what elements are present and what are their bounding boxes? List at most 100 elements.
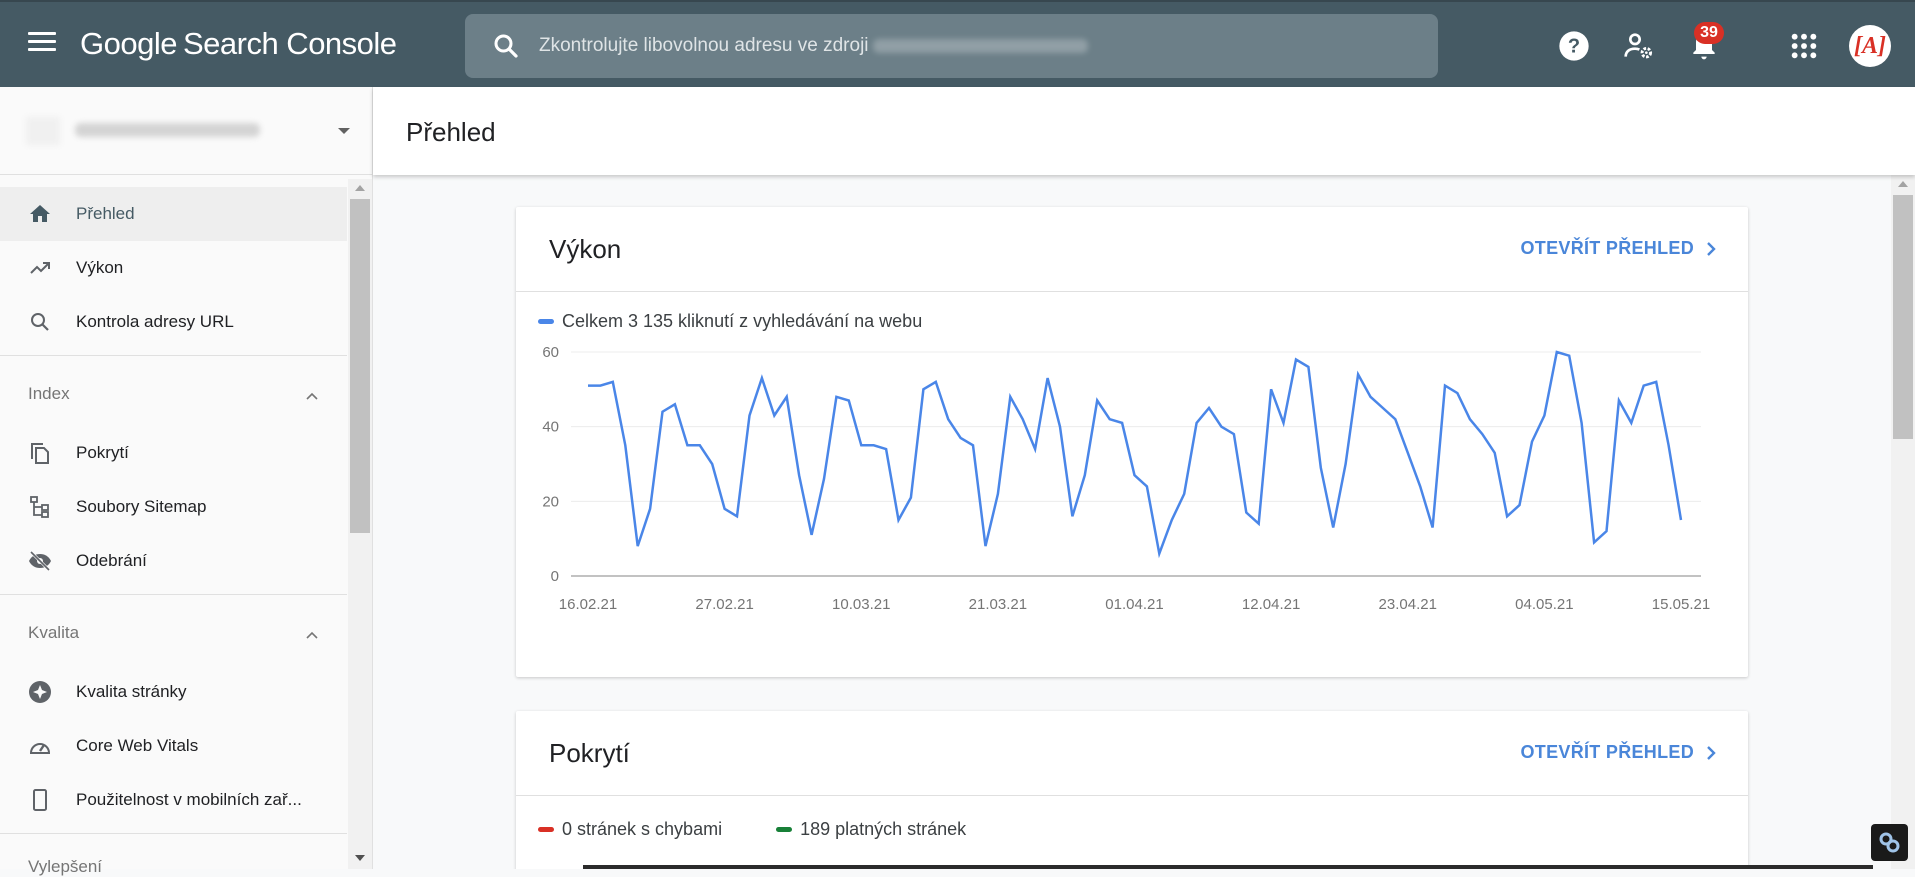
smartphone-icon	[28, 788, 52, 812]
chevron-right-icon	[1706, 745, 1716, 761]
redacted-property-url	[873, 39, 1088, 53]
open-performance-report-link[interactable]: OTEVŘÍT PŘEHLED	[1520, 238, 1716, 259]
y-tick-label: 40	[542, 419, 559, 436]
card-header: Výkon OTEVŘÍT PŘEHLED	[516, 207, 1748, 292]
chart-legend: Celkem 3 135 kliknutí z vyhledávání na w…	[538, 311, 976, 332]
search-icon	[491, 31, 521, 61]
sidebar-item-label: Pokrytí	[76, 443, 129, 463]
chevron-up-icon	[306, 390, 318, 402]
sidebar-item-mobile-usability[interactable]: Použitelnost v mobilních zař...	[0, 773, 347, 827]
x-tick-label: 01.04.21	[1105, 596, 1163, 613]
sidebar-nav: Přehled Výkon Kontrola adresy URL Index …	[0, 187, 347, 840]
sidebar-item-label: Soubory Sitemap	[76, 497, 206, 517]
main-content: Přehled Výkon OTEVŘÍT PŘEHLED Celkem 3 1…	[373, 87, 1915, 869]
open-coverage-report-link[interactable]: OTEVŘÍT PŘEHLED	[1520, 742, 1716, 763]
sitemap-icon	[28, 495, 52, 519]
legend-swatch-valid	[776, 827, 792, 832]
divider	[0, 833, 347, 834]
scroll-down-arrow-icon[interactable]	[355, 855, 365, 861]
sidebar-item-label: Core Web Vitals	[76, 736, 198, 756]
section-header-index[interactable]: Index	[0, 362, 347, 426]
scroll-up-arrow-icon[interactable]	[355, 185, 365, 191]
content-area: Výkon OTEVŘÍT PŘEHLED Celkem 3 135 klikn…	[373, 175, 1891, 869]
scroll-up-arrow-icon[interactable]	[1898, 181, 1908, 187]
sidebar-item-url-inspection[interactable]: Kontrola adresy URL	[0, 295, 347, 349]
x-tick-label: 12.04.21	[1242, 596, 1300, 613]
x-tick-label: 04.05.21	[1515, 596, 1573, 613]
card-title: Pokrytí	[549, 738, 630, 769]
account-avatar[interactable]: [A]	[1849, 25, 1891, 67]
sidebar: Přehled Výkon Kontrola adresy URL Index …	[0, 87, 373, 869]
sidebar-item-coverage[interactable]: Pokrytí	[0, 426, 347, 480]
card-header: Pokrytí OTEVŘÍT PŘEHLED	[516, 711, 1748, 796]
logo-search-console: Search Console	[183, 26, 397, 61]
chevron-right-icon	[1706, 241, 1716, 257]
pages-copy-icon	[28, 441, 52, 465]
link-chain-icon	[1871, 824, 1908, 861]
search-icon	[28, 310, 52, 334]
sidebar-item-removals[interactable]: Odebrání	[0, 534, 347, 588]
y-tick-label: 60	[542, 347, 559, 361]
x-tick-label: 16.02.21	[559, 596, 617, 613]
sidebar-item-label: Použitelnost v mobilních zař...	[76, 790, 302, 810]
main-scrollbar[interactable]	[1891, 175, 1915, 869]
x-tick-label: 21.03.21	[969, 596, 1027, 613]
bottom-edge	[583, 865, 1873, 869]
sidebar-item-label: Odebrání	[76, 551, 147, 571]
chevron-up-icon	[306, 629, 318, 641]
page-experience-icon	[28, 680, 52, 704]
apps-grid-icon[interactable]	[1788, 30, 1820, 62]
performance-line-chart[interactable]: 020406016.02.2127.02.2110.03.2121.03.210…	[516, 347, 1748, 667]
property-favicon	[26, 117, 60, 145]
legend-label-valid[interactable]: 189 platných stránek	[800, 819, 966, 840]
sidebar-item-core-web-vitals[interactable]: Core Web Vitals	[0, 719, 347, 773]
sidebar-item-page-experience[interactable]: Kvalita stránky	[0, 665, 347, 719]
url-inspection-search[interactable]: Zkontrolujte libovolnou adresu ve zdroji	[465, 14, 1438, 78]
section-title: Index	[28, 384, 70, 404]
visibility-off-icon	[28, 549, 52, 573]
dropdown-caret-icon	[338, 128, 350, 134]
search-input-placeholder[interactable]: Zkontrolujte libovolnou adresu ve zdroji	[539, 35, 869, 57]
divider	[0, 355, 347, 356]
legend-swatch-clicks	[538, 319, 554, 324]
section-header-quality[interactable]: Kvalita	[0, 601, 347, 665]
help-icon[interactable]: ?	[1558, 30, 1590, 62]
scrollbar-thumb[interactable]	[350, 199, 370, 533]
scrollbar-thumb[interactable]	[1893, 195, 1913, 439]
divider	[0, 594, 347, 595]
coverage-legend: 0 stránek s chybami 189 platných stránek	[538, 819, 1020, 840]
product-logo[interactable]: GoogleSearch Console	[80, 26, 397, 62]
y-tick-label: 0	[551, 568, 559, 585]
coverage-card: Pokrytí OTEVŘÍT PŘEHLED 0 stránek s chyb…	[516, 711, 1748, 869]
legend-label-clicks[interactable]: Celkem 3 135 kliknutí z vyhledávání na w…	[562, 311, 922, 332]
sidebar-item-label: Výkon	[76, 258, 123, 278]
x-tick-label: 23.04.21	[1379, 596, 1437, 613]
top-app-bar: GoogleSearch Console Zkontrolujte libovo…	[0, 0, 1915, 87]
sidebar-item-label: Kvalita stránky	[76, 682, 187, 702]
speed-gauge-icon	[28, 734, 52, 758]
x-tick-label: 15.05.21	[1652, 596, 1710, 613]
card-title: Výkon	[549, 234, 621, 265]
section-title: Kvalita	[28, 623, 79, 643]
performance-card: Výkon OTEVŘÍT PŘEHLED Celkem 3 135 klikn…	[516, 207, 1748, 677]
legend-swatch-errors	[538, 827, 554, 832]
avatar-letter: A	[1862, 33, 1878, 59]
sidebar-item-overview[interactable]: Přehled	[0, 187, 347, 241]
menu-icon[interactable]	[28, 32, 56, 56]
section-header-enhancements[interactable]: Vylepšení	[28, 857, 102, 877]
y-tick-label: 20	[542, 493, 559, 510]
link-label: OTEVŘÍT PŘEHLED	[1520, 742, 1694, 763]
home-icon	[28, 202, 52, 226]
legend-label-errors[interactable]: 0 stránek s chybami	[562, 819, 722, 840]
user-settings-icon[interactable]	[1623, 30, 1655, 62]
svg-text:?: ?	[1568, 36, 1580, 58]
sidebar-item-sitemaps[interactable]: Soubory Sitemap	[0, 480, 347, 534]
sidebar-scrollbar[interactable]	[348, 179, 372, 869]
sidebar-item-label: Kontrola adresy URL	[76, 312, 234, 332]
page-title: Přehled	[406, 117, 496, 148]
x-tick-label: 10.03.21	[832, 596, 890, 613]
property-selector[interactable]	[0, 87, 372, 175]
link-extension-button[interactable]	[1871, 824, 1908, 861]
sidebar-item-performance[interactable]: Výkon	[0, 241, 347, 295]
sidebar-item-label: Přehled	[76, 204, 135, 224]
